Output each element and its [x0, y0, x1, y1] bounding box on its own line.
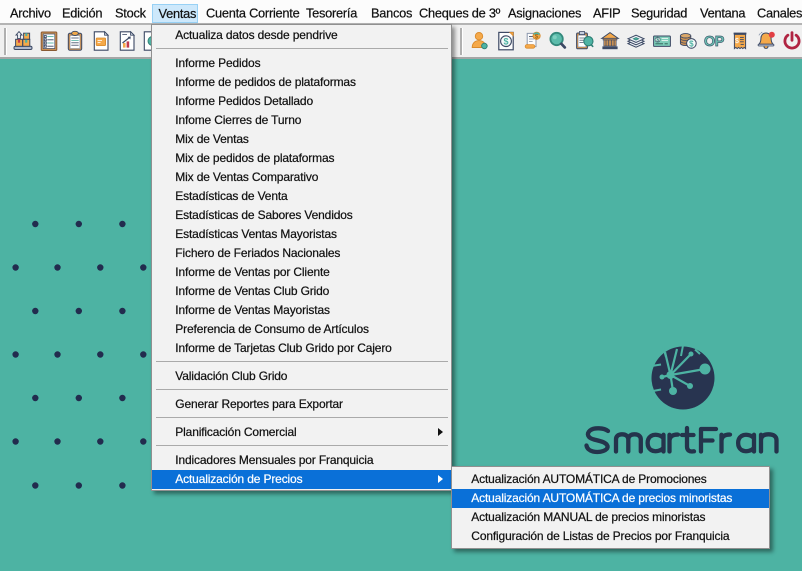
svg-text:$: $: [656, 37, 659, 43]
svg-text:$: $: [735, 38, 739, 45]
svg-text:OP: OP: [704, 34, 725, 50]
svg-text:$: $: [689, 39, 694, 48]
svg-text:$: $: [503, 36, 508, 46]
svg-text:$: $: [534, 33, 538, 40]
